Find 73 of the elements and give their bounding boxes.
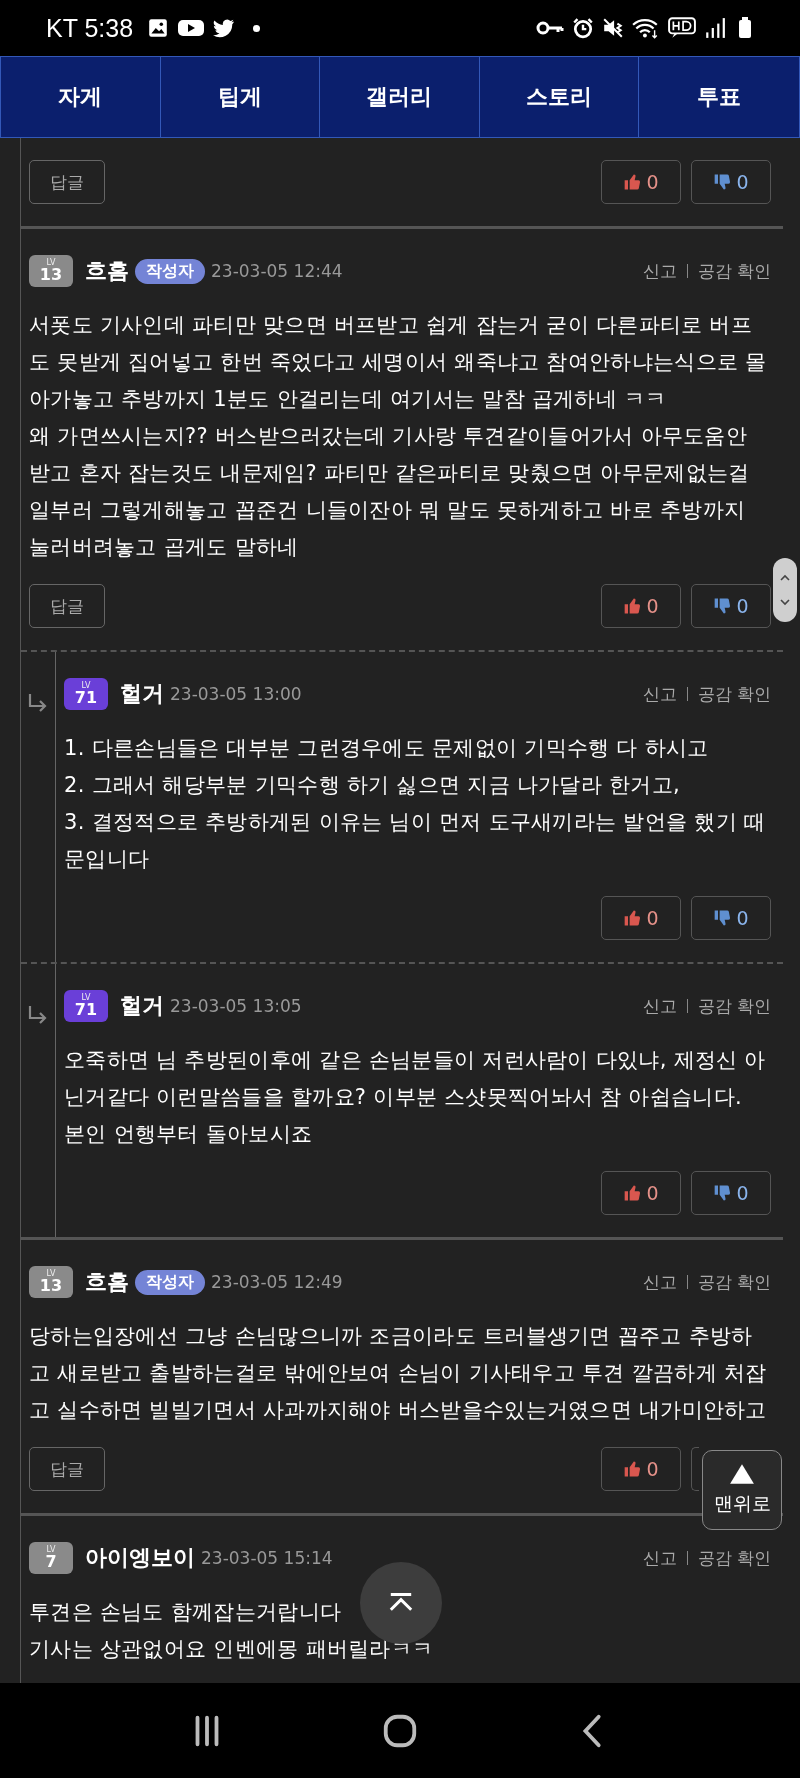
hd-icon bbox=[668, 17, 696, 39]
comment-text: 1. 다른손님들은 대부분 그런경우에도 문제없이 기믹수행 다 하시고 bbox=[64, 735, 709, 762]
nav-tab[interactable]: 투표 bbox=[639, 57, 799, 137]
writer-tag: 작성자 bbox=[135, 1269, 205, 1295]
comment-action-link[interactable]: 신고 bbox=[642, 259, 677, 283]
like-button[interactable]: 0 bbox=[601, 584, 681, 628]
signal-icon bbox=[704, 17, 726, 39]
dislike-button[interactable]: 0 bbox=[691, 1171, 771, 1215]
comment-action-link[interactable]: 신고 bbox=[642, 1270, 677, 1294]
nav-tab[interactable]: 자게 bbox=[1, 57, 161, 137]
comment-action-link[interactable]: 공감 확인 bbox=[697, 259, 771, 283]
author-name[interactable]: 헐거 bbox=[120, 679, 164, 709]
like-button[interactable]: 0 bbox=[601, 160, 681, 204]
dislike-button[interactable]: 0 bbox=[691, 160, 771, 204]
scroll-handle[interactable] bbox=[773, 558, 797, 622]
comment-action-link[interactable]: 공감 확인 bbox=[697, 1546, 771, 1570]
author-name[interactable]: 흐흠 bbox=[85, 256, 129, 286]
nav-tab[interactable]: 갤러리 bbox=[320, 57, 480, 137]
carrier-time: KT 5:38 bbox=[46, 13, 134, 43]
level-label: LV bbox=[46, 1270, 56, 1278]
comment-text: 오죽하면 님 추방된이후에 같은 손님분들이 저런사람이 다있냐, 제정신 아닌거같다 이런말씀들을 할까요? 이부분 스샷못찍어놔서 참 아쉽습니다. 본인 언행부터 돌아보시죠 bbox=[64, 1047, 767, 1148]
back-to-top-button[interactable]: 맨위로 bbox=[702, 1450, 782, 1530]
dislike-button[interactable]: 0 bbox=[691, 896, 771, 940]
level-label: LV bbox=[46, 259, 56, 267]
image-icon bbox=[147, 17, 170, 39]
comment-action-link[interactable]: 공감 확인 bbox=[697, 994, 771, 1018]
comment-text: 당하는입장에선 그냥 손님많으니까 조금이라도 트러블생기면 꼽주고 추방하고 새로받고 출발하는걸로 밖에안보여 손님이 기사태우고 투견 깔끔하게 처잡고 실수하면 빌빌기면서 사과까지해야 버스받을수있는거였으면 내가미안하고 bbox=[29, 1323, 767, 1424]
comment-action-link[interactable]: 신고 bbox=[642, 994, 677, 1018]
dislike-button[interactable]: 0 bbox=[691, 584, 771, 628]
alarm-icon bbox=[572, 17, 594, 39]
comment-date: 23-03-05 13:00 bbox=[170, 684, 302, 704]
play-icon bbox=[177, 17, 206, 39]
author-name[interactable]: 아이엥보이 bbox=[85, 1543, 195, 1573]
comment-text: 서폿도 기사인데 파티만 맞으면 버프받고 쉽게 잡는거 굳이 다른파티로 버프도 못받게 집어넣고 한번 죽었다고 세명이서 왜죽냐고 참여안하냐는식으로 몰아가놓고 추방까지 1분도 안걸리는데 여기서는 말참 곱게하네 ㅋㅋ bbox=[29, 312, 767, 413]
notification-dot-icon bbox=[253, 24, 261, 32]
nav-tab[interactable]: 스토리 bbox=[479, 57, 640, 137]
like-button[interactable]: 0 bbox=[601, 1171, 681, 1215]
comment-text: 투견은 손님도 함께잡는거랍니다 bbox=[29, 1599, 342, 1626]
reply-button[interactable]: 답글 bbox=[29, 584, 105, 628]
mute-icon bbox=[602, 17, 624, 39]
reply-arrow-icon bbox=[27, 1004, 49, 1026]
level-number: 7 bbox=[45, 1554, 57, 1570]
comment-date: 23-03-05 12:44 bbox=[211, 261, 343, 281]
comment-text: 기사는 상관없어요 인벤에몽 패버릴라ㅋㅋ bbox=[29, 1636, 434, 1663]
level-number: 71 bbox=[74, 690, 98, 706]
level-label: LV bbox=[81, 682, 91, 690]
wifi-icon bbox=[632, 17, 660, 39]
comment-date: 23-03-05 15:14 bbox=[201, 1548, 333, 1568]
level-number: 13 bbox=[39, 267, 63, 283]
reply-button[interactable]: 답글 bbox=[29, 160, 105, 204]
level-number: 71 bbox=[74, 1002, 98, 1018]
like-button[interactable]: 0 bbox=[601, 896, 681, 940]
like-button[interactable]: 0 bbox=[601, 1447, 681, 1491]
comment-action-link[interactable]: 신고 bbox=[642, 682, 677, 706]
author-name[interactable]: 헐거 bbox=[120, 991, 164, 1021]
nav-tab[interactable]: 팁게 bbox=[160, 57, 321, 137]
comment-text: 왜 가면쓰시는지?? 버스받으러갔는데 기사랑 투견같이들어가서 아무도움안받고 혼자 잡는것도 내문제임? 파티만 같은파티로 맞췄으면 아무문제없는걸 일부러 그렇게해놓고 꼽준건 니들이잔아 뭐 말도 못하게하고 바로 추방까지 눌러버려놓고 곱게도 말하네 bbox=[29, 423, 751, 561]
reply-button[interactable]: 답글 bbox=[29, 1447, 105, 1491]
triangle-up-icon bbox=[729, 1463, 755, 1485]
comment-action-link[interactable]: 공감 확인 bbox=[697, 1270, 771, 1294]
comment-date: 23-03-05 13:05 bbox=[170, 996, 302, 1016]
reply-arrow-icon bbox=[27, 692, 49, 714]
bird-icon bbox=[213, 17, 236, 39]
level-label: LV bbox=[46, 1546, 56, 1554]
comment-action-link[interactable]: 공감 확인 bbox=[697, 682, 771, 706]
level-number: 13 bbox=[39, 1278, 63, 1294]
writer-tag: 작성자 bbox=[135, 258, 205, 284]
author-name[interactable]: 흐흠 bbox=[85, 1267, 129, 1297]
comment-text: 2. 그래서 해당부분 기믹수행 하기 싫으면 지금 나가달라 한거고, bbox=[64, 772, 680, 799]
comment-date: 23-03-05 12:49 bbox=[211, 1272, 343, 1292]
comment-action-link[interactable]: 신고 bbox=[642, 1546, 677, 1570]
comment-text: 3. 결정적으로 추방하게된 이유는 님이 먼저 도구새끼라는 발언을 했기 때문입니다 bbox=[64, 809, 767, 873]
level-label: LV bbox=[81, 994, 91, 1002]
